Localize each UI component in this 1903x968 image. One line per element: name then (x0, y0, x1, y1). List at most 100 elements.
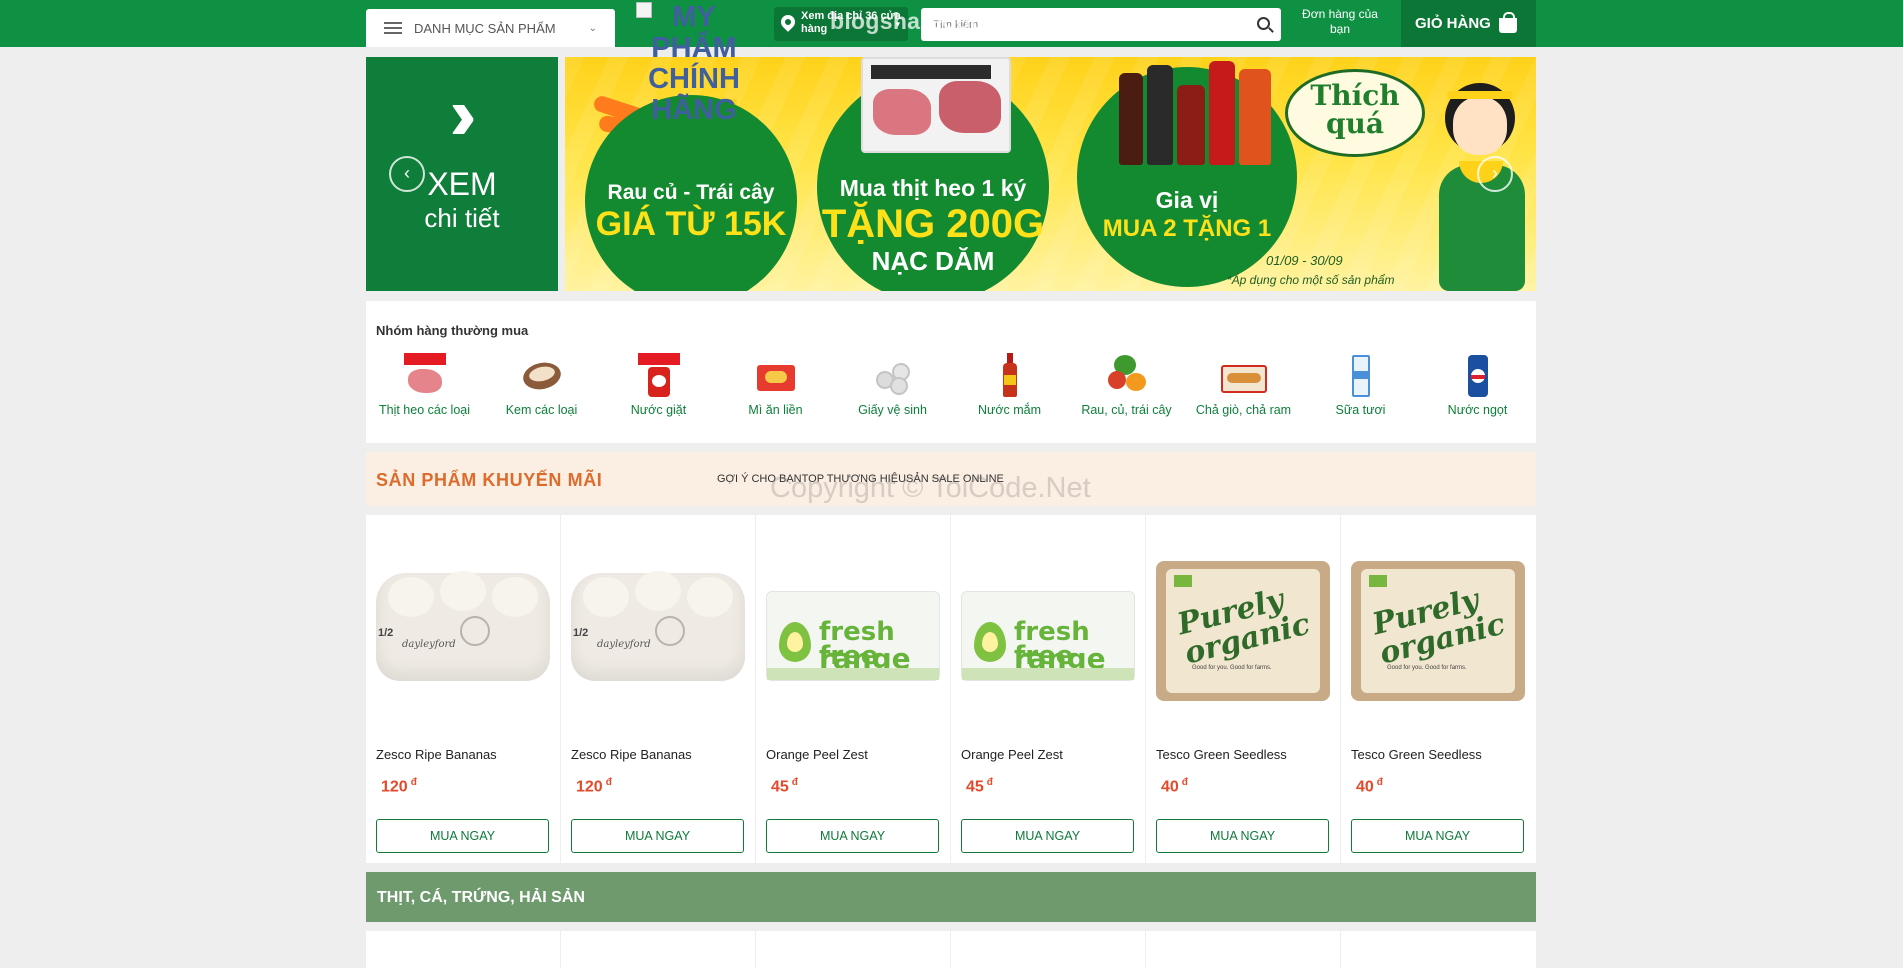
hamburger-icon (384, 22, 402, 34)
carousel-prev-button[interactable]: ‹ (389, 156, 425, 192)
product-image[interactable]: fresh free range (961, 561, 1135, 703)
product-card[interactable]: Purely organic Good for you. Good for far… (1341, 515, 1536, 863)
currency-symbol: đ (986, 777, 993, 788)
sauce-bottles-image (1113, 57, 1283, 165)
frequent-categories-title: Nhóm hàng thường mua (376, 323, 529, 338)
product-card[interactable] (756, 931, 951, 968)
product-card[interactable] (561, 931, 756, 968)
category-label: Mì ăn liền (748, 403, 803, 417)
currency-symbol: đ (1376, 777, 1383, 788)
category-item-soda[interactable]: Nước ngọt (1419, 353, 1536, 417)
category-menu-button[interactable]: DANH MỤC SẢN PHẨM ⌄ (366, 9, 615, 47)
category-item-produce[interactable]: Rau, củ, trái cây (1068, 353, 1185, 417)
category-item-milk[interactable]: Sữa tươi (1302, 353, 1419, 417)
soda-can-icon (1455, 353, 1501, 399)
category-item-ice-cream[interactable]: Kem các loại (483, 353, 600, 417)
product-card[interactable]: fresh free range Orange Peel Zest 45 đ MU… (951, 515, 1146, 863)
instant-noodle-icon (753, 353, 799, 399)
frequent-categories-section: Nhóm hàng thường mua Thịt heo các loại K… (366, 301, 1536, 443)
product-name[interactable]: Zesco Ripe Bananas (571, 747, 692, 762)
buy-now-button[interactable]: MUA NGAY (571, 819, 744, 853)
logo-alt-text: MY PHẨM CHÍNH HÃNG (648, 1, 740, 126)
product-card[interactable] (366, 931, 561, 968)
buy-now-button[interactable]: MUA NGAY (1351, 819, 1524, 853)
cart-button[interactable]: GIỎ HÀNG (1401, 0, 1536, 47)
promo-product-grid: 1/2 dayleyford Zesco Ripe Bananas 120 đ M… (366, 515, 1536, 863)
category-item-toilet-paper[interactable]: Giấy vệ sinh (834, 353, 951, 417)
milk-icon (1338, 353, 1384, 399)
meat-product-grid (366, 931, 1536, 968)
category-label: Giấy vệ sinh (858, 403, 927, 417)
product-name[interactable]: Tesco Green Seedless (1351, 747, 1482, 762)
pork-icon (402, 353, 448, 399)
pork-package-image (861, 57, 1011, 153)
buy-now-button[interactable]: MUA NGAY (961, 819, 1134, 853)
product-image[interactable]: fresh free range (766, 561, 940, 703)
category-label: Kem các loại (505, 403, 578, 417)
site-logo[interactable]: MY PHẨM CHÍNH HÃNG (636, 2, 752, 132)
meat-section-title: THỊT, CÁ, TRỨNG, HẢI SẢN (377, 889, 585, 906)
product-card[interactable]: Purely organic Good for you. Good for far… (1146, 515, 1341, 863)
category-item-spring-roll[interactable]: Chả giò, chả ram (1185, 353, 1302, 417)
broken-image-icon (636, 2, 652, 18)
currency-symbol: đ (410, 777, 417, 788)
promo-produce-price: GIÁ TỪ 15K (595, 205, 787, 243)
category-menu-label: DANH MỤC SẢN PHẨM (414, 20, 556, 36)
promo-pork-title: Mua thịt heo 1 ký (839, 175, 1027, 201)
category-item-pork[interactable]: Thịt heo các loại (366, 353, 483, 417)
search-icon[interactable] (1257, 17, 1270, 30)
buy-now-button[interactable]: MUA NGAY (376, 819, 549, 853)
product-image[interactable]: 1/2 dayleyford (376, 561, 550, 703)
product-image[interactable]: Purely organic Good for you. Good for far… (1351, 561, 1525, 703)
product-card[interactable]: fresh free range Orange Peel Zest 45 đ MU… (756, 515, 951, 863)
currency-symbol: đ (1181, 777, 1188, 788)
category-label: Sữa tươi (1335, 403, 1386, 417)
product-card[interactable] (1341, 931, 1536, 968)
category-item-fish-sauce[interactable]: Nước mắm (951, 353, 1068, 417)
promo-dates: 01/09 - 30/09 (1266, 253, 1343, 268)
category-item-noodles[interactable]: Mì ăn liền (717, 353, 834, 417)
banner-slogan: Thích quá (1285, 69, 1425, 157)
product-image[interactable]: 1/2 dayleyford (571, 561, 745, 703)
product-card[interactable]: 1/2 dayleyford Zesco Ripe Bananas 120 đ M… (366, 515, 561, 863)
orders-link[interactable]: Đơn hàng của bạn (1300, 7, 1380, 37)
toilet-paper-icon (870, 353, 916, 399)
promo-pork-detail: NẠC DĂM (871, 246, 995, 276)
watermark-text: blogsharecode.com (830, 8, 1053, 34)
category-label: Thịt heo các loại (378, 403, 471, 417)
product-name[interactable]: Tesco Green Seedless (1156, 747, 1287, 762)
spring-roll-icon (1220, 353, 1267, 399)
currency-symbol: đ (605, 777, 612, 788)
product-price: 120 đ (576, 777, 612, 796)
currency-symbol: đ (791, 777, 798, 788)
product-name[interactable]: Orange Peel Zest (961, 747, 1063, 762)
promo-pork-gift: TẶNG 200G (821, 202, 1045, 246)
chevron-down-icon: ⌄ (588, 22, 597, 34)
fish-sauce-icon (987, 353, 1033, 399)
buy-now-button[interactable]: MUA NGAY (1156, 819, 1329, 853)
product-name[interactable]: Orange Peel Zest (766, 747, 868, 762)
meat-section-header: THỊT, CÁ, TRỨNG, HẢI SẢN (366, 872, 1536, 922)
product-card[interactable]: 1/2 dayleyford Zesco Ripe Bananas 120 đ M… (561, 515, 756, 863)
banner-side-subtitle: chi tiết (424, 203, 500, 233)
product-price: 45 đ (966, 777, 993, 796)
product-card[interactable] (951, 931, 1146, 968)
detergent-icon (636, 353, 682, 399)
shopping-bag-icon (1498, 12, 1517, 33)
product-image[interactable]: Purely organic Good for you. Good for far… (1156, 561, 1330, 703)
double-chevron-icon: ›› (449, 72, 476, 155)
category-label: Chả giò, chả ram (1195, 403, 1292, 417)
category-label: Nước giặt (630, 403, 687, 417)
cart-label: GIỎ HÀNG (1415, 15, 1491, 32)
product-name[interactable]: Zesco Ripe Bananas (376, 747, 497, 762)
ice-cream-icon (519, 353, 565, 399)
product-price: 40 đ (1356, 777, 1383, 796)
product-price: 120 đ (381, 777, 417, 796)
promo-spices-title: Gia vị (1155, 187, 1219, 213)
category-item-detergent[interactable]: Nước giặt (600, 353, 717, 417)
buy-now-button[interactable]: MUA NGAY (766, 819, 939, 853)
promo-spices-offer: MUA 2 TẶNG 1 (1102, 215, 1272, 242)
copyright-watermark: Copyright © ToiCode.Net (770, 472, 1091, 504)
carousel-next-button[interactable]: › (1477, 156, 1513, 192)
product-card[interactable] (1146, 931, 1341, 968)
